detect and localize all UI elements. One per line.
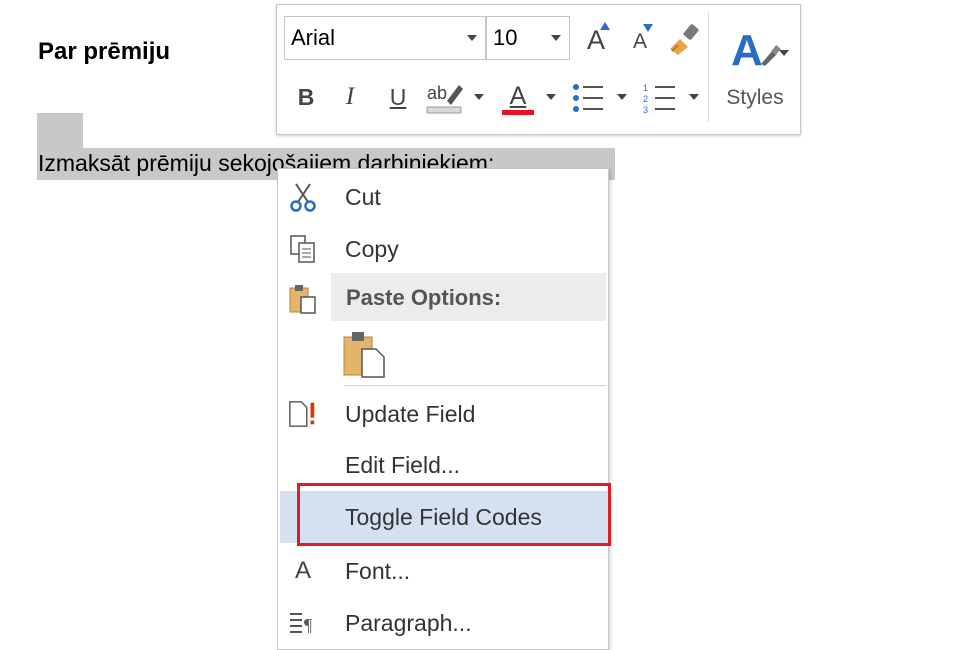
format-painter-icon — [670, 24, 699, 55]
menu-item-update-field[interactable]: Update Field — [278, 390, 608, 436]
numbering-icon: 1 2 3 — [643, 83, 675, 114]
paragraph-icon: ¶ — [288, 608, 318, 638]
shrink-arrow-icon — [643, 24, 653, 32]
svg-text:2: 2 — [643, 94, 648, 104]
menu-item-edit-field[interactable]: Edit Field... — [278, 441, 608, 487]
grow-font-button[interactable]: A — [578, 20, 614, 60]
menu-item-label: Cut — [345, 184, 381, 210]
svg-text:ab: ab — [427, 83, 447, 103]
bold-button[interactable]: B — [290, 80, 322, 114]
annotation-highlight-box — [297, 483, 611, 546]
font-size-value: 10 — [493, 25, 518, 50]
grow-arrow-icon — [600, 22, 610, 30]
toolbar-divider — [708, 12, 709, 122]
chevron-down-icon[interactable] — [689, 94, 699, 100]
shrink-font-icon: A — [632, 30, 647, 53]
bullets-button[interactable] — [570, 80, 606, 116]
italic-button[interactable]: I — [334, 80, 366, 114]
chevron-down-icon[interactable] — [617, 94, 627, 100]
numbering-button[interactable]: 1 2 3 — [642, 80, 678, 116]
context-menu: Cut Copy Paste Options: Update Field Edi… — [277, 168, 609, 650]
paste-icon — [288, 284, 318, 314]
menu-item-label: Update Field — [345, 401, 476, 427]
selection-highlight-block — [37, 113, 83, 149]
menu-item-label: Copy — [345, 236, 399, 262]
chevron-down-icon[interactable] — [467, 35, 477, 41]
font-color-button[interactable]: A — [498, 78, 538, 118]
menu-item-paragraph[interactable]: ¶ Paragraph... — [278, 599, 608, 645]
font-color-icon: A — [509, 81, 527, 110]
scissors-icon — [288, 182, 318, 212]
menu-item-copy[interactable]: Copy — [278, 225, 608, 271]
menu-separator — [344, 385, 606, 386]
chevron-down-icon[interactable] — [546, 94, 556, 100]
svg-text:3: 3 — [643, 105, 648, 114]
paste-options-label: Paste Options: — [346, 285, 502, 310]
styles-button[interactable]: A Styles — [718, 16, 792, 120]
chevron-down-icon[interactable] — [551, 35, 561, 41]
menu-item-label: Paragraph... — [345, 610, 472, 636]
svg-text:¶: ¶ — [304, 615, 312, 635]
paste-options-header: Paste Options: — [331, 273, 606, 321]
underline-button[interactable]: U — [382, 80, 414, 114]
svg-text:1: 1 — [643, 83, 648, 93]
chevron-down-icon[interactable] — [474, 94, 484, 100]
paste-keep-text-only-button[interactable] — [278, 323, 608, 383]
document-heading: Par prēmiju — [38, 38, 171, 65]
font-color-swatch — [502, 109, 534, 115]
text-highlight-icon: ab — [426, 83, 463, 114]
highlight-button[interactable]: ab — [424, 78, 466, 116]
update-field-icon — [288, 399, 318, 429]
bullets-icon — [573, 84, 603, 112]
font-name-combo[interactable]: Arial — [284, 16, 486, 60]
font-icon: A — [294, 557, 311, 584]
menu-item-label: Edit Field... — [345, 452, 461, 478]
keep-text-only-paste-icon — [342, 329, 386, 379]
styles-label: Styles — [726, 86, 784, 109]
format-painter-button[interactable] — [664, 20, 704, 60]
menu-item-cut[interactable]: Cut — [278, 173, 608, 219]
font-name-value: Arial — [291, 25, 336, 50]
font-size-combo[interactable]: 10 — [486, 16, 570, 60]
menu-item-label: Font... — [345, 558, 411, 584]
shrink-font-button[interactable]: A — [623, 24, 657, 60]
menu-item-font[interactable]: A Font... — [278, 547, 608, 593]
copy-icon — [288, 234, 318, 264]
styles-icon: A — [725, 26, 789, 82]
